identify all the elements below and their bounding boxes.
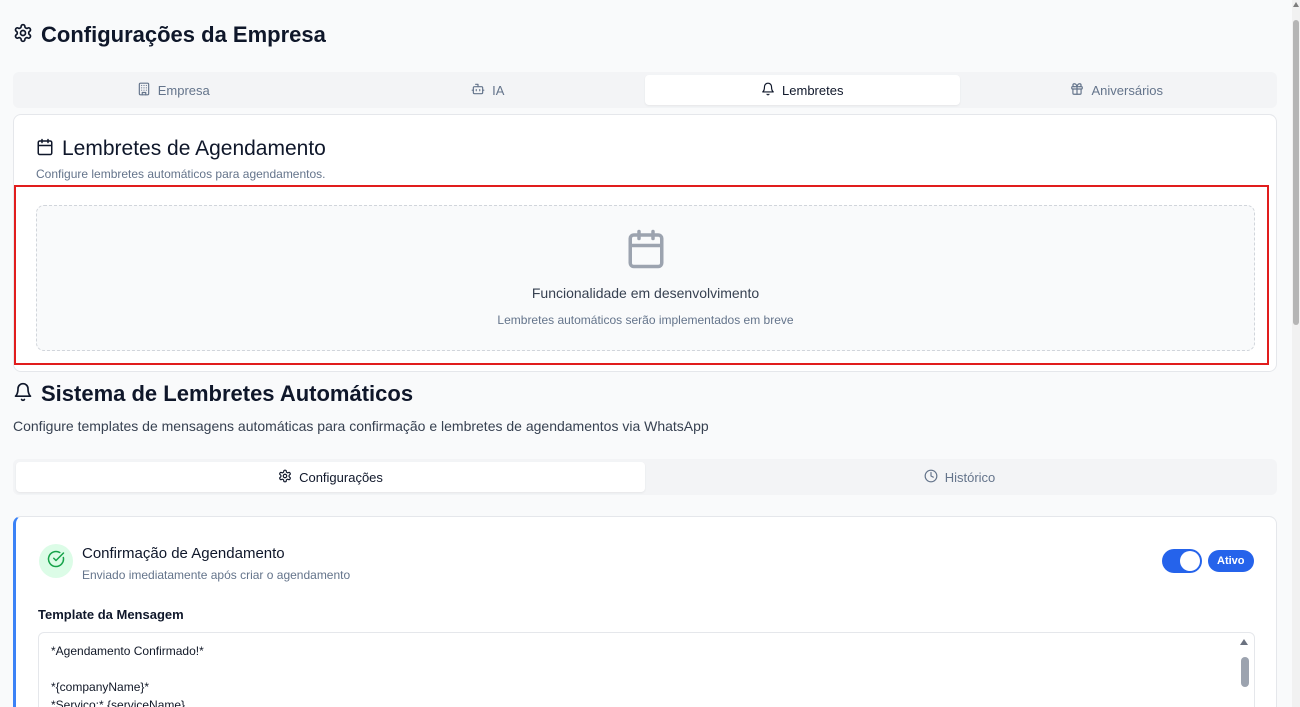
- tab-empresa[interactable]: Empresa: [16, 75, 331, 105]
- tab-label: Empresa: [157, 82, 210, 98]
- check-circle-icon: [47, 550, 65, 573]
- bell-icon: [13, 382, 33, 407]
- clock-icon: [924, 469, 938, 486]
- building-icon: [137, 82, 151, 99]
- section-subtitle: Configure templates de mensagens automát…: [13, 418, 709, 434]
- page-title-text: Configurações da Empresa: [41, 22, 326, 47]
- status-icon-wrapper: [39, 544, 73, 578]
- section-title-text: Sistema de Lembretes Automáticos: [41, 381, 414, 406]
- textarea-scrollbar[interactable]: [1241, 657, 1249, 687]
- calendar-icon: [36, 138, 54, 161]
- scheduling-reminders-card: Lembretes de Agendamento Configure lembr…: [13, 114, 1277, 372]
- tab-label: Aniversários: [1091, 82, 1164, 98]
- tab-label: IA: [492, 82, 505, 98]
- tab-configuracoes[interactable]: Configurações: [16, 462, 645, 492]
- development-placeholder: Funcionalidade em desenvolvimento Lembre…: [36, 205, 1255, 351]
- reminder-toggle[interactable]: [1162, 549, 1202, 573]
- template-line: *Agendamento Confirmado!*: [51, 644, 204, 658]
- reminder-title: Confirmação de Agendamento: [82, 545, 285, 562]
- gear-icon: [278, 469, 292, 486]
- placeholder-title: Funcionalidade em desenvolvimento: [531, 285, 760, 301]
- tab-historico[interactable]: Histórico: [645, 462, 1274, 492]
- template-textarea[interactable]: *Agendamento Confirmado!* *{companyName}…: [38, 632, 1255, 707]
- tab-label: Lembretes: [782, 82, 844, 98]
- template-line: [51, 660, 1242, 678]
- reminder-subtitle: Enviado imediatamente após criar o agend…: [82, 568, 351, 582]
- bot-icon: [471, 82, 485, 99]
- status-badge: Ativo: [1208, 550, 1254, 572]
- placeholder-subtitle: Lembretes automáticos serão implementado…: [497, 313, 794, 327]
- card-title-text: Lembretes de Agendamento: [62, 137, 326, 160]
- scroll-up-arrow[interactable]: [1240, 639, 1248, 645]
- bell-icon: [761, 82, 775, 99]
- gift-icon: [1070, 82, 1084, 99]
- calendar-icon: [625, 228, 667, 275]
- confirmation-reminder-card: Confirmação de Agendamento Enviado imedi…: [13, 516, 1277, 707]
- section-title: Sistema de Lembretes Automáticos: [13, 381, 413, 407]
- tab-label: Histórico: [944, 469, 996, 485]
- tab-aniversarios[interactable]: Aniversários: [960, 75, 1275, 105]
- gear-icon: [13, 23, 33, 48]
- settings-tabs: Empresa IA Lembretes Aniversários: [13, 72, 1277, 108]
- card-title: Lembretes de Agendamento: [36, 137, 326, 161]
- page-scrollbar[interactable]: [1292, 0, 1300, 707]
- toggle-knob: [1180, 551, 1200, 571]
- tab-ia[interactable]: IA: [331, 75, 646, 105]
- page-title: Configurações da Empresa: [13, 22, 326, 48]
- tab-lembretes[interactable]: Lembretes: [645, 75, 960, 105]
- scroll-up-arrow[interactable]: [1293, 2, 1299, 7]
- template-line: *{companyName}*: [51, 680, 150, 694]
- template-line: *Serviço:* {serviceName}: [51, 698, 186, 707]
- reminder-tabs: Configurações Histórico: [13, 459, 1277, 495]
- tab-label: Configurações: [299, 469, 383, 485]
- template-label: Template da Mensagem: [38, 607, 184, 622]
- scrollbar-thumb[interactable]: [1293, 20, 1299, 325]
- card-subtitle: Configure lembretes automáticos para age…: [36, 167, 326, 181]
